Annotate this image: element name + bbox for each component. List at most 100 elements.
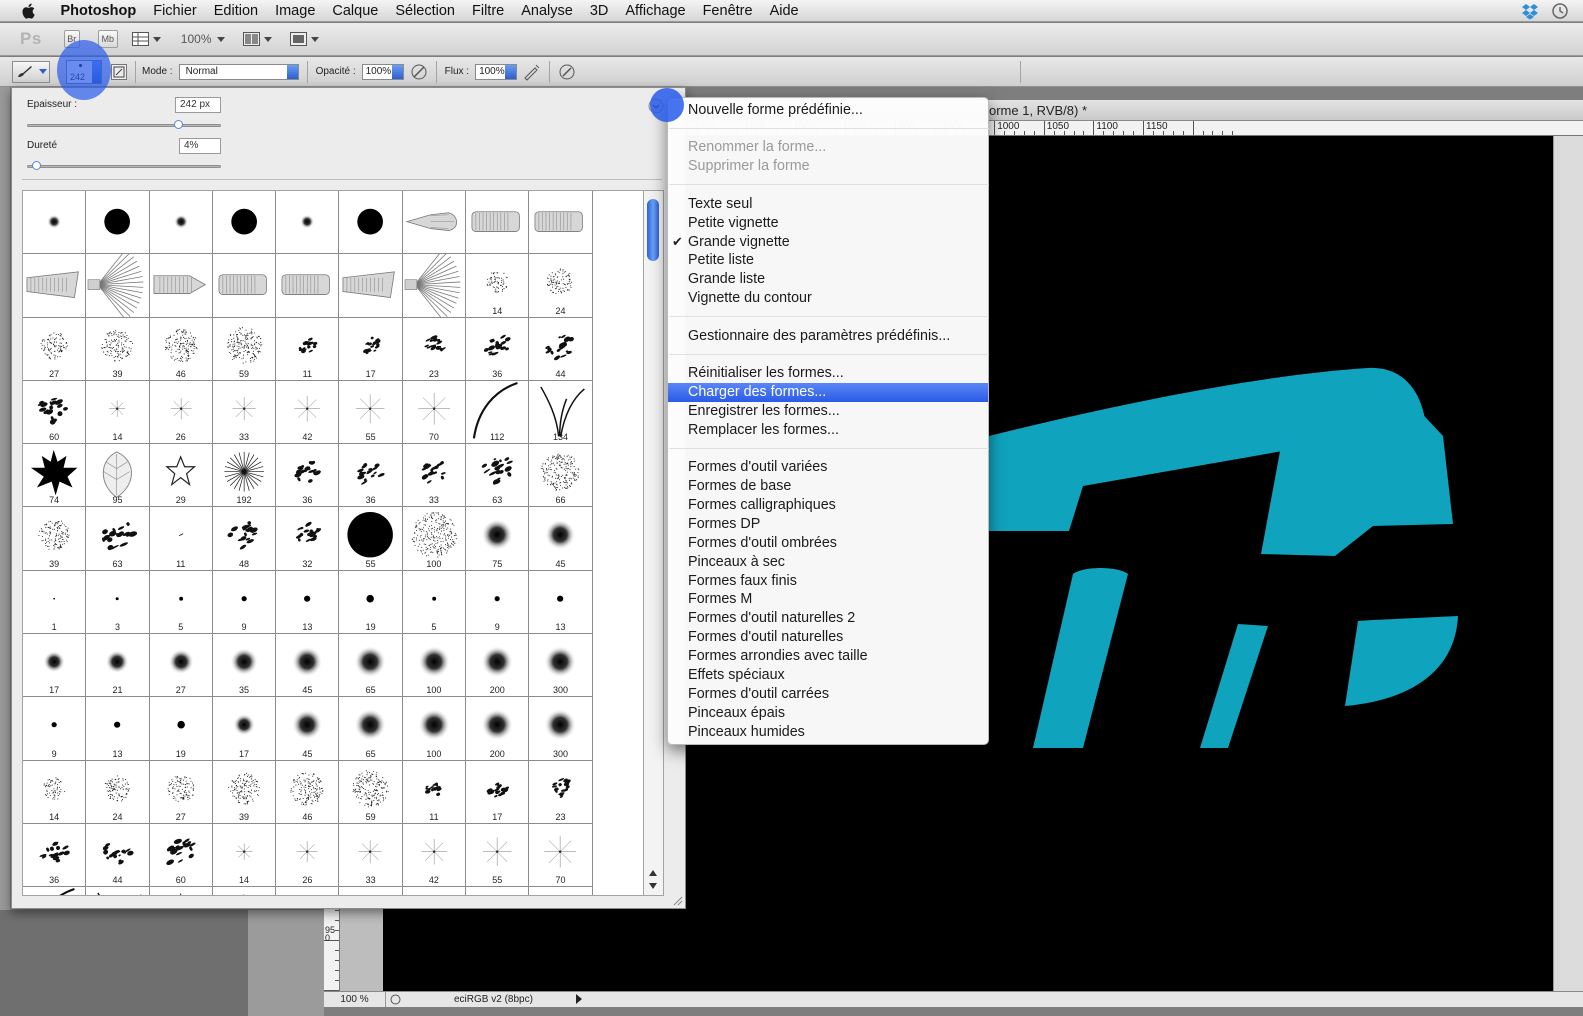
brush-preset-cell[interactable]: 33 — [212, 380, 277, 445]
menu-item[interactable]: Remplacer les formes... — [688, 421, 839, 440]
brush-preset-cell[interactable]: 192 — [212, 444, 277, 508]
brush-preset-cell[interactable]: 32 — [276, 507, 340, 571]
brush-preset-cell[interactable]: 17 — [339, 317, 403, 381]
menu-item[interactable]: Formes d'outil naturelles — [688, 628, 843, 647]
navigator-icon[interactable] — [390, 994, 401, 1005]
menu-calque[interactable]: Calque — [324, 3, 387, 19]
brush-preset-cell[interactable] — [149, 254, 213, 318]
menu-edition[interactable]: Edition — [205, 3, 266, 19]
preset-list-scrollbar[interactable] — [644, 190, 664, 896]
brush-preset-cell[interactable] — [276, 887, 340, 895]
resize-grip-icon[interactable] — [671, 894, 683, 906]
minibridge-button[interactable]: Mb — [97, 30, 118, 48]
brush-preset-cell[interactable]: 33 — [339, 823, 403, 888]
menu-item[interactable]: Pinceaux à sec — [688, 553, 785, 572]
brush-preset-cell[interactable] — [339, 191, 403, 255]
brush-preset-cell[interactable]: 42 — [402, 823, 467, 888]
brush-preset-cell[interactable]: 55 — [466, 823, 530, 888]
extras-menu[interactable] — [131, 32, 161, 46]
dropbox-icon[interactable] — [1521, 2, 1539, 20]
opacity-field[interactable]: 100% — [361, 63, 404, 80]
brush-preset-cell[interactable]: 75 — [466, 507, 530, 571]
brush-preset-cell[interactable]: 59 — [212, 317, 277, 381]
brush-preset-cell[interactable]: 300 — [529, 697, 593, 761]
brush-preset-cell[interactable] — [23, 191, 87, 255]
menu-item[interactable]: Petite liste — [688, 251, 754, 270]
menu-item[interactable]: Gestionnaire des paramètres prédéfinis..… — [688, 327, 950, 346]
brush-preset-cell[interactable]: 11 — [402, 760, 467, 824]
screen-mode-menu[interactable] — [289, 32, 319, 46]
brush-preset-cell[interactable]: 5 — [149, 570, 213, 635]
time-machine-icon[interactable] — [1551, 2, 1569, 20]
brush-preset-cell[interactable]: 45 — [276, 697, 340, 761]
brush-preset-cell[interactable]: 112 — [466, 380, 530, 445]
brush-preset-list[interactable]: 14 24 27 39 46 59 11 17 23 36 44 60 14 26 33 42 55 70 112 1… — [22, 190, 644, 896]
brush-preset-cell[interactable] — [529, 191, 593, 255]
brush-preset-cell[interactable]: 63 — [86, 507, 150, 571]
scrollbar-thumb[interactable] — [647, 199, 659, 261]
brush-preset-cell[interactable]: 19 — [339, 570, 403, 635]
brush-preset-cell[interactable]: 17 — [212, 697, 277, 761]
menu-item[interactable]: Texte seul — [688, 195, 752, 214]
menu-fichier[interactable]: Fichier — [145, 3, 206, 19]
brush-preset-cell[interactable]: 9 — [23, 697, 87, 761]
brush-preset-cell[interactable] — [466, 887, 530, 895]
menu-item[interactable]: Formes M — [688, 590, 752, 609]
brush-preset-cell[interactable]: 200 — [466, 697, 530, 761]
brush-preset-cell[interactable]: 24 — [529, 254, 593, 318]
brush-preset-cell[interactable] — [466, 191, 530, 255]
menu-item[interactable]: Charger des formes... — [668, 382, 988, 402]
brush-preset-cell[interactable] — [23, 254, 87, 318]
menu-item[interactable]: Pinceaux épais — [688, 704, 785, 723]
menu-item[interactable]: Réinitialiser les formes... — [688, 364, 844, 383]
brush-preset-cell[interactable]: 100 — [402, 634, 467, 698]
brush-preset-cell[interactable] — [149, 887, 213, 895]
menu-item[interactable]: Effets spéciaux — [688, 666, 785, 685]
scroll-down-icon[interactable] — [648, 882, 658, 890]
brush-preset-cell[interactable] — [339, 887, 403, 895]
brush-preset-cell[interactable]: 300 — [529, 634, 593, 698]
menu-item[interactable]: Formes d'outil carrées — [688, 685, 829, 704]
brush-preset-cell[interactable]: 65 — [339, 697, 403, 761]
brush-preset-cell[interactable]: 24 — [86, 760, 150, 824]
brush-preset-cell[interactable] — [276, 191, 340, 255]
brush-preset-cell[interactable]: 14 — [86, 380, 150, 445]
brush-preset-cell[interactable]: 26 — [276, 823, 340, 888]
size-slider[interactable] — [27, 120, 221, 129]
menu-item[interactable]: Formes d'outil variées — [688, 458, 827, 477]
brush-preset-cell[interactable]: 74 — [23, 444, 87, 508]
brush-preset-cell[interactable]: 60 — [149, 823, 213, 888]
menu-selection[interactable]: Sélection — [387, 3, 464, 19]
scroll-up-icon[interactable] — [648, 869, 658, 877]
brush-preset-cell[interactable]: 14 — [23, 760, 87, 824]
brush-preset-cell[interactable]: 200 — [466, 634, 530, 698]
mode-select[interactable]: Normal — [178, 63, 299, 80]
status-zoom[interactable]: 100 % — [324, 992, 386, 1007]
brush-preset-cell[interactable]: 27 — [149, 760, 213, 824]
brush-preset-cell[interactable] — [149, 191, 213, 255]
brush-preset-cell[interactable] — [529, 887, 593, 895]
brush-preset-cell[interactable]: 48 — [212, 507, 277, 571]
menu-filtre[interactable]: Filtre — [464, 3, 513, 19]
menu-item[interactable]: Vignette du contour — [688, 289, 812, 308]
brush-preset-cell[interactable]: 100 — [402, 507, 467, 571]
menu-3d[interactable]: 3D — [581, 3, 617, 19]
brush-preset-cell[interactable] — [402, 254, 467, 318]
brush-preset-cell[interactable]: 70 — [402, 380, 467, 445]
hardness-slider[interactable] — [27, 161, 221, 170]
menu-item[interactable]: Enregistrer les formes... — [688, 402, 840, 421]
brush-preset-cell[interactable]: 14 — [466, 254, 530, 318]
brush-preset-cell[interactable]: 46 — [149, 317, 213, 381]
menu-item[interactable]: Grande vignette — [688, 233, 790, 252]
brush-preset-cell[interactable] — [402, 191, 467, 255]
brush-preset-cell[interactable]: 9 — [212, 570, 277, 635]
brush-preset-cell[interactable]: 13 — [86, 697, 150, 761]
brush-preset-cell[interactable]: 44 — [86, 823, 150, 888]
brush-preset-cell[interactable]: 19 — [149, 697, 213, 761]
brush-preset-cell[interactable]: 36 — [276, 444, 340, 508]
brush-preset-cell[interactable]: 59 — [339, 760, 403, 824]
canvas-scrollbar[interactable] — [1553, 136, 1583, 991]
size-slider-thumb[interactable] — [173, 120, 183, 129]
brush-preset-cell[interactable] — [212, 254, 277, 318]
brush-preset-cell[interactable]: 11 — [276, 317, 340, 381]
